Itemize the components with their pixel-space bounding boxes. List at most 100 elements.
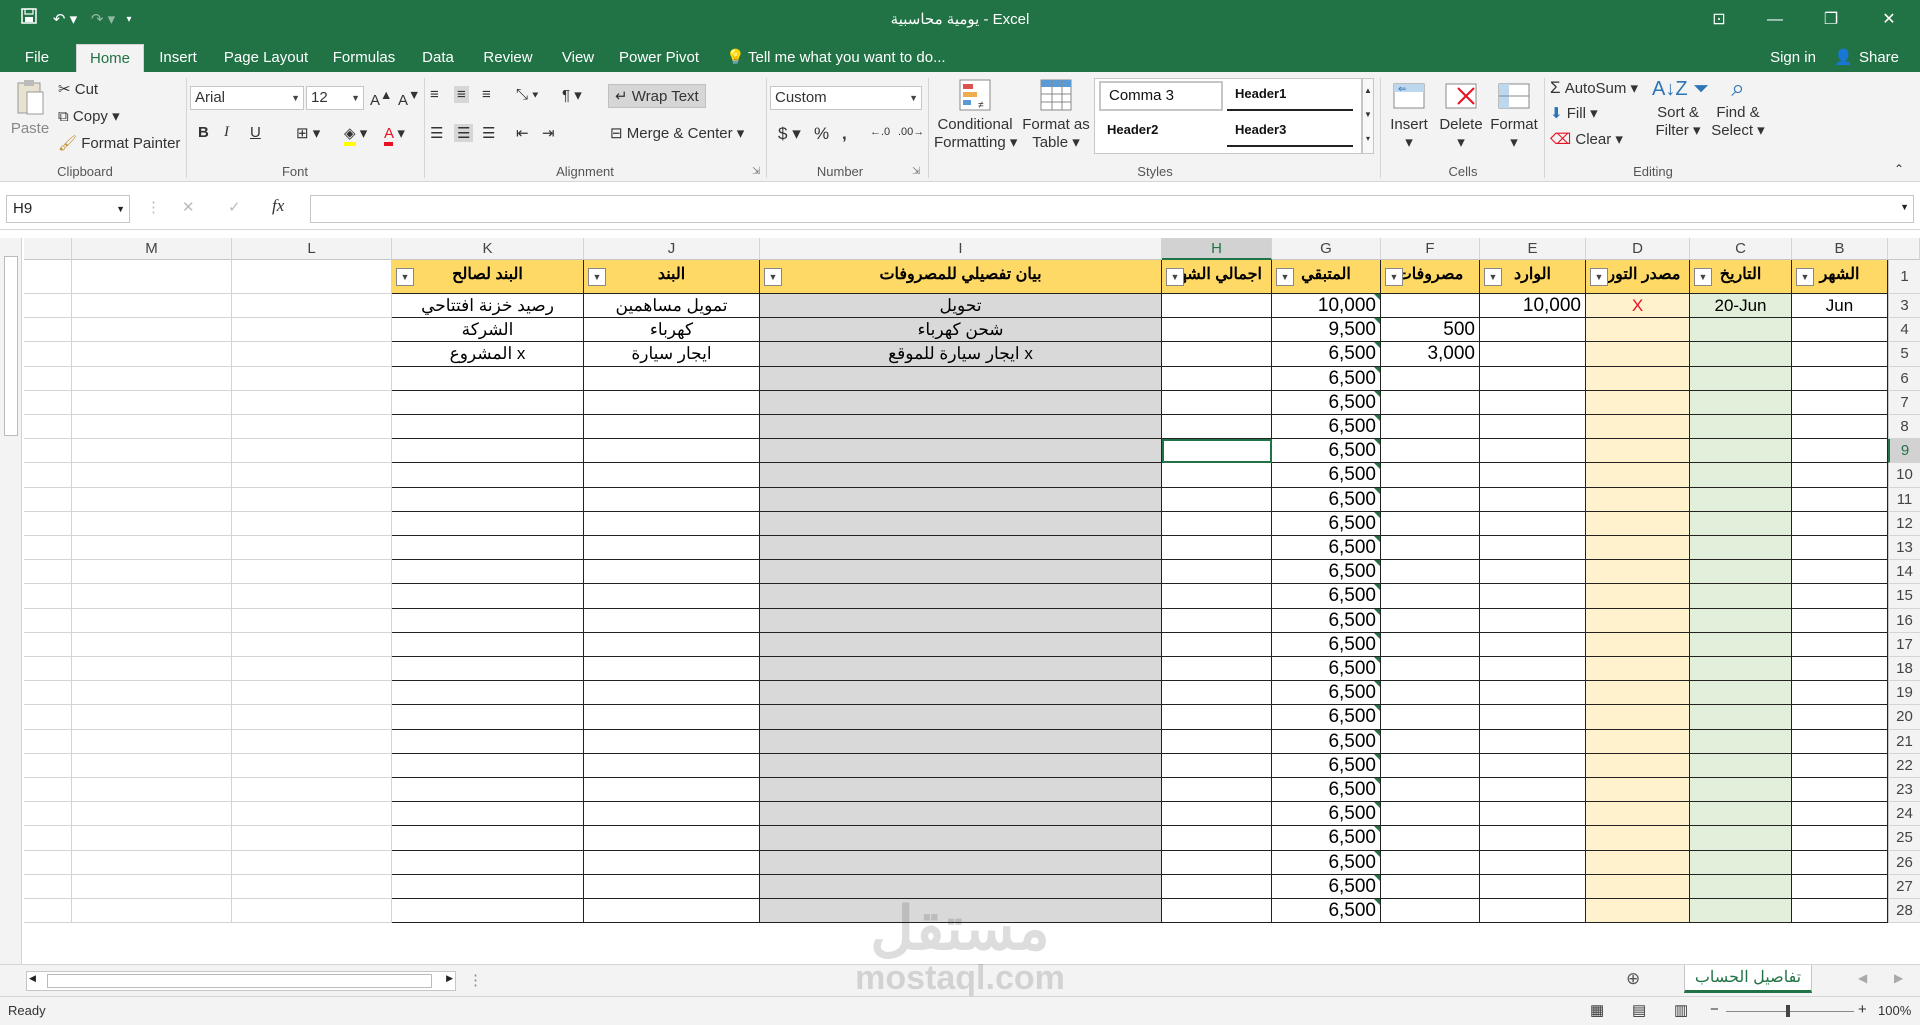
- zoom-out-icon[interactable]: −: [1710, 1001, 1719, 1018]
- cell-g20[interactable]: 6,500: [1272, 705, 1381, 730]
- row-header-21[interactable]: 21: [1888, 729, 1920, 754]
- cell-j17[interactable]: [584, 632, 760, 657]
- shrink-font-icon[interactable]: A▼: [398, 88, 420, 109]
- cell-c24[interactable]: [1690, 802, 1792, 827]
- cell-blank[interactable]: [24, 850, 72, 875]
- cell-j28[interactable]: [584, 899, 760, 924]
- cell-e23[interactable]: [1480, 778, 1586, 803]
- align-bottom-icon[interactable]: ≡: [482, 86, 491, 103]
- cell-blank[interactable]: [24, 657, 72, 682]
- cell-g28[interactable]: 6,500: [1272, 899, 1381, 924]
- cell-d23[interactable]: [1586, 778, 1690, 803]
- cell-c3[interactable]: 20-Jun: [1690, 294, 1792, 319]
- row-header-25[interactable]: 25: [1888, 826, 1920, 851]
- cell-l18[interactable]: [232, 657, 392, 682]
- cell-d28[interactable]: [1586, 899, 1690, 924]
- cell-g18[interactable]: 6,500: [1272, 657, 1381, 682]
- cell-k11[interactable]: [392, 487, 584, 512]
- cell-b24[interactable]: [1792, 802, 1888, 827]
- cell-blank[interactable]: [24, 318, 72, 343]
- cell-l13[interactable]: [232, 536, 392, 561]
- cell-blank[interactable]: [24, 294, 72, 319]
- cell-i10[interactable]: [760, 463, 1162, 488]
- cell-l19[interactable]: [232, 681, 392, 706]
- autosum-button[interactable]: Σ AutoSum ▾: [1550, 78, 1638, 98]
- cell-h20[interactable]: [1162, 705, 1272, 730]
- cell-m11[interactable]: [72, 487, 232, 512]
- cell-i22[interactable]: [760, 753, 1162, 778]
- column-header-e[interactable]: E: [1480, 238, 1586, 260]
- cell-f23[interactable]: [1381, 778, 1480, 803]
- cell-c13[interactable]: [1690, 536, 1792, 561]
- cell-c23[interactable]: [1690, 778, 1792, 803]
- cell-f24[interactable]: [1381, 802, 1480, 827]
- cell-l14[interactable]: [232, 560, 392, 585]
- cell-e16[interactable]: [1480, 608, 1586, 633]
- cell-blank[interactable]: [24, 705, 72, 730]
- sheet-tab-account-details[interactable]: تفاصيل الحساب: [1684, 965, 1812, 993]
- cell-k15[interactable]: [392, 584, 584, 609]
- cell-f15[interactable]: [1381, 584, 1480, 609]
- cell-i20[interactable]: [760, 705, 1162, 730]
- cell-m17[interactable]: [72, 632, 232, 657]
- cell-blank[interactable]: [24, 415, 72, 440]
- cell-b25[interactable]: [1792, 826, 1888, 851]
- cell-m14[interactable]: [72, 560, 232, 585]
- cell-f14[interactable]: [1381, 560, 1480, 585]
- row-header-13[interactable]: 13: [1888, 536, 1920, 561]
- cell-l26[interactable]: [232, 850, 392, 875]
- cell-j8[interactable]: [584, 415, 760, 440]
- cell-h27[interactable]: [1162, 874, 1272, 899]
- cell-b8[interactable]: [1792, 415, 1888, 440]
- cell-h16[interactable]: [1162, 608, 1272, 633]
- row-header-22[interactable]: 22: [1888, 753, 1920, 778]
- cell-i4[interactable]: شحن كهرباء: [760, 318, 1162, 343]
- cell-i28[interactable]: [760, 899, 1162, 924]
- column-header-k[interactable]: K: [392, 238, 584, 260]
- cell-d6[interactable]: [1586, 366, 1690, 391]
- cell-b7[interactable]: [1792, 390, 1888, 415]
- cell-i12[interactable]: [760, 511, 1162, 536]
- cell-l1[interactable]: [232, 260, 392, 294]
- cell-e4[interactable]: [1480, 318, 1586, 343]
- cell-m22[interactable]: [72, 753, 232, 778]
- cell-c26[interactable]: [1690, 850, 1792, 875]
- cell-f3[interactable]: [1381, 294, 1480, 319]
- tell-me-box[interactable]: Tell me what you want to do...: [748, 44, 948, 72]
- normal-view-icon[interactable]: ▦: [1590, 1001, 1604, 1019]
- save-icon[interactable]: [18, 8, 40, 32]
- cell-i23[interactable]: [760, 778, 1162, 803]
- indent-increase-icon[interactable]: ⇥: [542, 124, 555, 142]
- cell-d15[interactable]: [1586, 584, 1690, 609]
- cell-m3[interactable]: [72, 294, 232, 319]
- cell-e24[interactable]: [1480, 802, 1586, 827]
- zoom-in-icon[interactable]: +: [1858, 1001, 1867, 1018]
- tab-data[interactable]: Data: [412, 44, 464, 72]
- cell-l12[interactable]: [232, 511, 392, 536]
- row-header-10[interactable]: 10: [1888, 463, 1920, 488]
- column-header-f[interactable]: F: [1381, 238, 1480, 260]
- cell-l5[interactable]: [232, 342, 392, 367]
- cell-j16[interactable]: [584, 608, 760, 633]
- cell-i19[interactable]: [760, 681, 1162, 706]
- filter-dropdown-icon[interactable]: ▼: [396, 268, 414, 286]
- cell-g12[interactable]: 6,500: [1272, 511, 1381, 536]
- cell-b9[interactable]: [1792, 439, 1888, 464]
- scrollbar-thumb[interactable]: [47, 974, 432, 988]
- cell-k28[interactable]: [392, 899, 584, 924]
- cell-blank[interactable]: [24, 366, 72, 391]
- cell-h24[interactable]: [1162, 802, 1272, 827]
- cell-e28[interactable]: [1480, 899, 1586, 924]
- format-painter-button[interactable]: 🖌 Format Painter: [58, 134, 180, 152]
- row-header-8[interactable]: 8: [1888, 415, 1920, 440]
- cell-f16[interactable]: [1381, 608, 1480, 633]
- cell-d19[interactable]: [1586, 681, 1690, 706]
- cell-c15[interactable]: [1690, 584, 1792, 609]
- cell-blank[interactable]: [24, 536, 72, 561]
- row-header-7[interactable]: 7: [1888, 390, 1920, 415]
- cell-g27[interactable]: 6,500: [1272, 874, 1381, 899]
- enter-icon[interactable]: ✓: [228, 198, 241, 216]
- cell-l7[interactable]: [232, 390, 392, 415]
- cell-g17[interactable]: 6,500: [1272, 632, 1381, 657]
- cell-l22[interactable]: [232, 753, 392, 778]
